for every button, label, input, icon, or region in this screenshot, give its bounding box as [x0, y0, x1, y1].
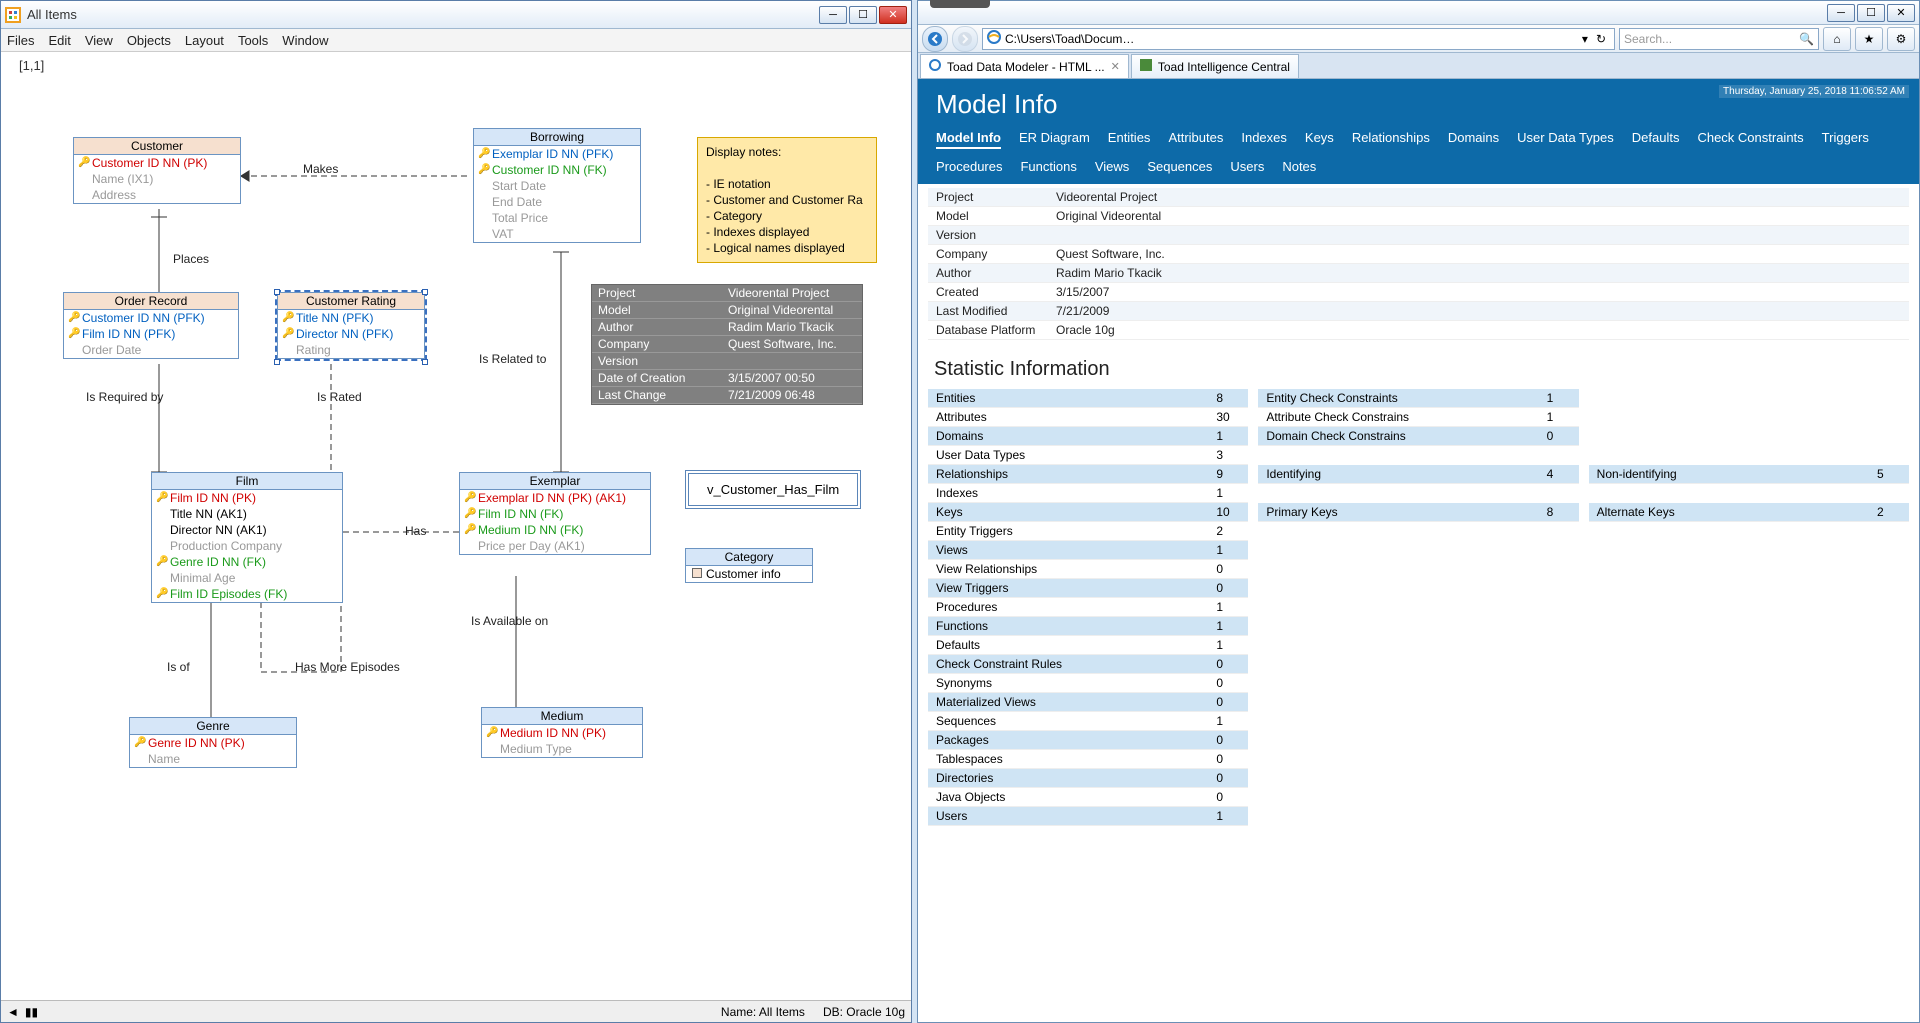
report-tab[interactable]: Triggers [1822, 130, 1869, 149]
menu-tools[interactable]: Tools [238, 33, 268, 48]
tab-report[interactable]: Toad Data Modeler - HTML ... ✕ [920, 54, 1129, 78]
rel-has: Has [405, 524, 426, 538]
selection-handle[interactable] [274, 359, 280, 365]
maximize-button[interactable]: ☐ [849, 6, 877, 24]
scroll-bar-icon[interactable]: ▮▮ [25, 1005, 38, 1019]
entity-exemplar[interactable]: Exemplar 🔑Exemplar ID NN (PK) (AK1) 🔑Fil… [459, 472, 651, 555]
report-tab[interactable]: Domains [1448, 130, 1499, 149]
stats-heading: Statistic Information [934, 358, 1909, 381]
entity-medium[interactable]: Medium 🔑Medium ID NN (PK) Medium Type [481, 707, 643, 758]
menu-files[interactable]: Files [7, 33, 34, 48]
entity-film[interactable]: Film 🔑Film ID NN (PK) Title NN (AK1) Dir… [151, 472, 343, 603]
browser-titlebar: ─ ☐ ✕ [918, 1, 1919, 25]
modeler-window: All Items ─ ☐ ✕ Files Edit View Objects … [0, 0, 912, 1023]
rel-hasmore: Has More Episodes [295, 660, 400, 674]
entity-customer-rating[interactable]: Customer Rating 🔑Title NN (PFK) 🔑Directo… [277, 292, 425, 359]
stats-table: Entities8Attributes30Domains1User Data T… [928, 389, 1909, 826]
search-icon[interactable]: 🔍 [1799, 32, 1814, 46]
minimize-button[interactable]: ─ [819, 6, 847, 24]
menu-layout[interactable]: Layout [185, 33, 224, 48]
rel-isreq: Is Required by [86, 390, 163, 404]
category-box[interactable]: Category Customer info [685, 548, 813, 583]
search-bar[interactable]: Search... 🔍 [1619, 28, 1819, 50]
menu-objects[interactable]: Objects [127, 33, 171, 48]
rel-isavail: Is Available on [471, 614, 548, 628]
rel-isof: Is of [167, 660, 190, 674]
report-tab[interactable]: Views [1095, 159, 1129, 174]
report-tab[interactable]: Keys [1305, 130, 1334, 149]
menu-window[interactable]: Window [282, 33, 328, 48]
dropdown-icon[interactable]: ▾ [1582, 32, 1588, 46]
report-tab[interactable]: Functions [1020, 159, 1076, 174]
selection-handle[interactable] [422, 289, 428, 295]
report-header: Thursday, January 25, 2018 11:06:52 AM M… [918, 79, 1919, 184]
window-grip[interactable] [930, 0, 990, 8]
report-tab[interactable]: Relationships [1352, 130, 1430, 149]
report-tab[interactable]: Check Constraints [1697, 130, 1803, 149]
browser-tabs: Toad Data Modeler - HTML ... ✕ Toad Inte… [918, 53, 1919, 79]
forward-button[interactable] [952, 26, 978, 52]
browser-minimize-button[interactable]: ─ [1827, 4, 1855, 22]
menubar: Files Edit View Objects Layout Tools Win… [1, 29, 911, 52]
refresh-icon[interactable]: ↻ [1596, 32, 1606, 46]
statusbar: ◄ ▮▮ Name: All Items DB: Oracle 10g [1, 1000, 911, 1022]
home-icon[interactable]: ⌂ [1823, 27, 1851, 51]
rel-makes: Makes [303, 162, 338, 176]
browser-maximize-button[interactable]: ☐ [1857, 4, 1885, 22]
rel-israted: Is Rated [317, 390, 362, 404]
view-box[interactable]: v_Customer_Has_Film [685, 470, 861, 509]
report-tab[interactable]: Sequences [1147, 159, 1212, 174]
back-button[interactable] [922, 26, 948, 52]
entity-borrowing[interactable]: Borrowing 🔑Exemplar ID NN (PFK) 🔑Custome… [473, 128, 641, 243]
rel-places: Places [173, 252, 209, 266]
report-tab[interactable]: Model Info [936, 130, 1001, 149]
favorites-icon[interactable]: ★ [1855, 27, 1883, 51]
report-tab[interactable]: Users [1230, 159, 1264, 174]
model-info-box[interactable]: ProjectVideorental ProjectModelOriginal … [591, 284, 863, 405]
report-tab[interactable]: Defaults [1632, 130, 1680, 149]
browser-toolbar: C:\Users\Toad\Docum… ▾ ↻ Search... 🔍 ⌂ ★… [918, 25, 1919, 53]
entity-customer[interactable]: Customer 🔑Customer ID NN (PK) Name (IX1)… [73, 137, 241, 204]
close-button[interactable]: ✕ [879, 6, 907, 24]
ie-icon [929, 59, 941, 74]
toad-icon [1140, 59, 1152, 74]
model-info-table: ProjectVideorental ProjectModelOriginal … [928, 188, 1909, 340]
rel-isrel: Is Related to [479, 352, 546, 366]
selection-handle[interactable] [422, 359, 428, 365]
report-tab[interactable]: Entities [1108, 130, 1151, 149]
report-tab[interactable]: Procedures [936, 159, 1002, 174]
scroll-left-icon[interactable]: ◄ [7, 1005, 19, 1019]
report-tab[interactable]: Attributes [1168, 130, 1223, 149]
report-body[interactable]: Thursday, January 25, 2018 11:06:52 AM M… [918, 79, 1919, 1022]
report-tab[interactable]: ER Diagram [1019, 130, 1090, 149]
tab-close-icon[interactable]: ✕ [1111, 60, 1120, 73]
report-tab[interactable]: Indexes [1241, 130, 1287, 149]
browser-window: ─ ☐ ✕ C:\Users\Toad\Docum… ▾ ↻ Search...… [917, 0, 1920, 1023]
entity-header: Customer [74, 138, 240, 155]
ie-icon [987, 30, 1001, 47]
report-tab[interactable]: User Data Types [1517, 130, 1614, 149]
menu-view[interactable]: View [85, 33, 113, 48]
titlebar: All Items ─ ☐ ✕ [1, 1, 911, 29]
report-tab[interactable]: Notes [1282, 159, 1316, 174]
coord-readout: [1,1] [19, 58, 44, 73]
app-icon [5, 7, 21, 23]
menu-edit[interactable]: Edit [48, 33, 70, 48]
window-title: All Items [27, 7, 77, 22]
entity-order-record[interactable]: Order Record 🔑Customer ID NN (PFK) 🔑Film… [63, 292, 239, 359]
diagram-canvas[interactable]: [1,1] Cus [1, 52, 911, 1000]
entity-genre[interactable]: Genre 🔑Genre ID NN (PK) Name [129, 717, 297, 768]
browser-close-button[interactable]: ✕ [1887, 4, 1915, 22]
address-bar[interactable]: C:\Users\Toad\Docum… ▾ ↻ [982, 28, 1615, 50]
selection-handle[interactable] [274, 289, 280, 295]
tab-intelligence[interactable]: Toad Intelligence Central [1131, 54, 1299, 78]
note-box[interactable]: Display notes: - IE notation - Customer … [697, 137, 877, 263]
settings-icon[interactable]: ⚙ [1887, 27, 1915, 51]
